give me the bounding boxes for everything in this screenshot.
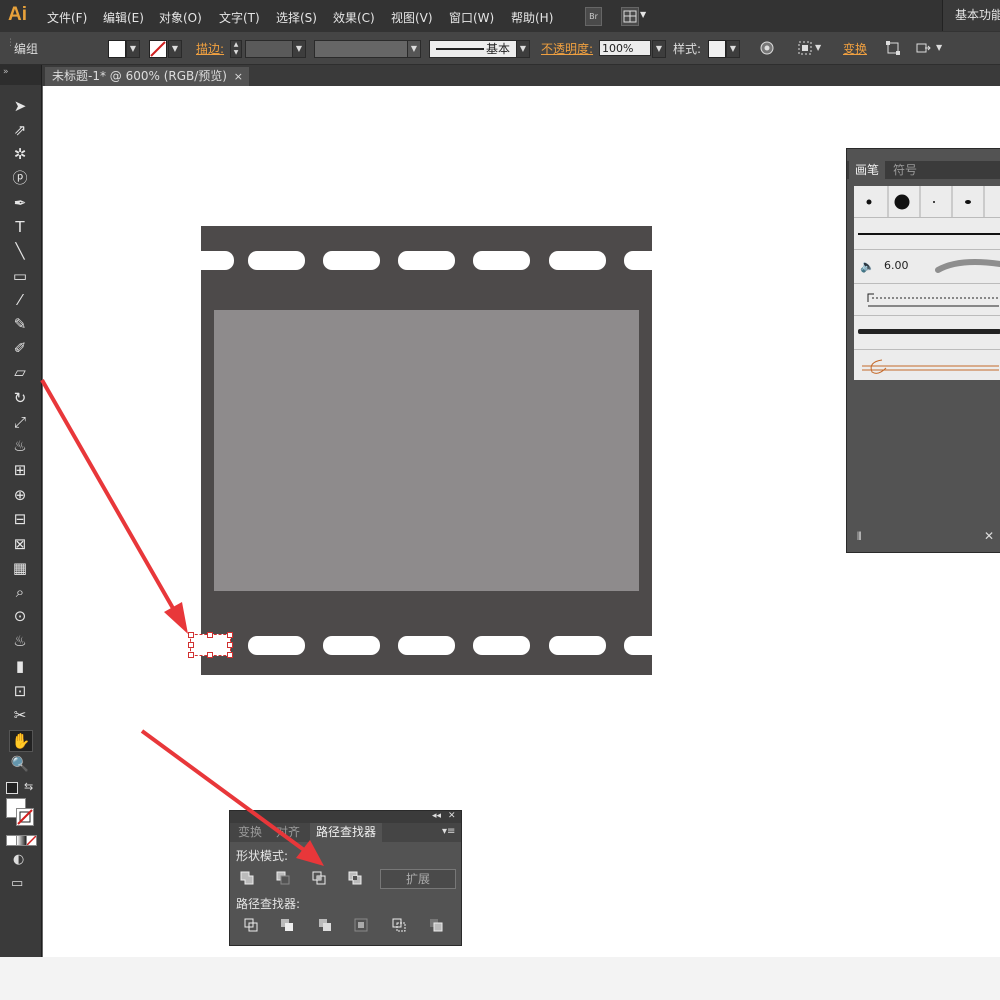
status-area (0, 957, 1000, 1000)
annotation-arrows (40, 379, 324, 866)
annotation-arrow-to-intersect (140, 729, 324, 866)
annotation-arrow-to-selection (40, 379, 188, 634)
